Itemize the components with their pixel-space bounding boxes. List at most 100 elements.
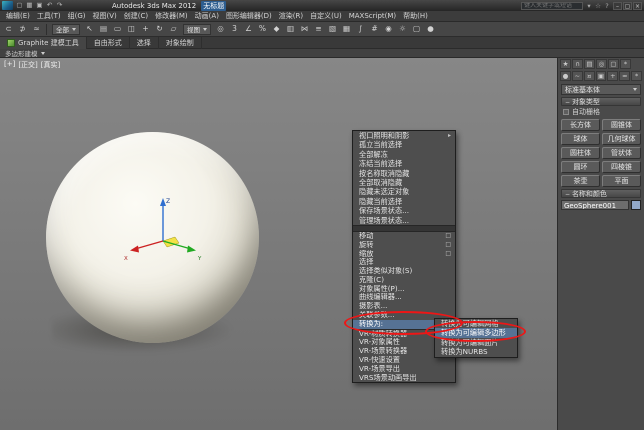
menubar-item[interactable]: 动画(A) <box>195 11 219 21</box>
name-color-rollout[interactable]: 名称和颜色 <box>561 189 641 198</box>
primitive-button[interactable]: 茶壶 <box>561 175 600 187</box>
polygon-modeling-panel-strip[interactable]: 多边形建模 <box>0 49 644 58</box>
tab-selection[interactable]: 选择 <box>130 37 159 49</box>
primitive-button[interactable]: 圆柱体 <box>561 147 600 159</box>
new-file-icon[interactable]: ▢ <box>15 1 24 10</box>
quad-menu-item[interactable]: 冻结当前选择 <box>353 159 455 168</box>
submenu-item[interactable]: 转换为可编辑网格 <box>435 319 517 328</box>
redo-icon[interactable]: ↷ <box>55 1 64 10</box>
open-file-icon[interactable]: ▦ <box>25 1 34 10</box>
viewport-pov-menu[interactable]: [+] <box>4 60 15 70</box>
menubar-item[interactable]: 编辑(E) <box>6 11 30 21</box>
app-logo-icon[interactable] <box>2 1 13 10</box>
menubar-item[interactable]: 组(G) <box>68 11 86 21</box>
quad-menu-item[interactable]: 隐藏当前选择 <box>353 197 455 206</box>
tab-object-paint[interactable]: 对象绘制 <box>159 37 202 49</box>
quad-menu-item[interactable]: 移动 □ <box>353 232 455 241</box>
search-dropdown-icon[interactable]: ▾ <box>585 2 593 10</box>
geometry-icon[interactable]: ● <box>560 71 571 81</box>
primitive-button[interactable]: 平面 <box>602 175 641 187</box>
primitive-button[interactable]: 四棱锥 <box>602 161 641 173</box>
selection-filter-dropdown[interactable]: 全部 <box>52 24 80 35</box>
object-type-rollout[interactable]: 对象类型 <box>561 97 641 106</box>
help-icon[interactable]: ? <box>603 2 611 10</box>
rendered-frame-icon[interactable]: ▢ <box>410 23 423 35</box>
close-button[interactable]: × <box>633 2 642 10</box>
quad-menu-item[interactable]: 全部解冻 <box>353 150 455 159</box>
lights-icon[interactable]: ¤ <box>584 71 595 81</box>
select-and-link-icon[interactable]: ⊂ <box>2 23 15 35</box>
maximize-button[interactable]: ▢ <box>623 2 632 10</box>
menubar-item[interactable]: 自定义(U) <box>310 11 342 21</box>
primitive-button[interactable]: 球体 <box>561 133 600 145</box>
graphite-ribbon-icon[interactable]: ▦ <box>340 23 353 35</box>
cameras-icon[interactable]: ▣ <box>596 71 607 81</box>
primitive-button[interactable]: 管状体 <box>602 147 641 159</box>
spinner-snap-icon[interactable]: ◆ <box>270 23 283 35</box>
quad-menu-item[interactable]: 克隆(C) <box>353 276 455 285</box>
submenu-item[interactable]: 转换为可编辑多边形 <box>435 328 517 337</box>
use-pivot-center-icon[interactable]: ◎ <box>214 23 227 35</box>
viewport-view-menu[interactable]: [正交] <box>18 60 37 70</box>
named-selection-icon[interactable]: ▥ <box>284 23 297 35</box>
save-file-icon[interactable]: ▣ <box>35 1 44 10</box>
quad-menu-item[interactable]: 选择 <box>353 258 455 267</box>
quad-menu-item[interactable]: 缩放 □ <box>353 250 455 259</box>
quad-menu-item[interactable]: VR-场景导出 <box>353 365 455 374</box>
menubar-item[interactable]: 帮助(H) <box>403 11 428 21</box>
object-color-swatch[interactable] <box>631 200 641 210</box>
angle-snap-icon[interactable]: ∠ <box>242 23 255 35</box>
rectangular-selection-icon[interactable]: ▭ <box>111 23 124 35</box>
motion-tab-icon[interactable]: ◎ <box>596 59 607 69</box>
quad-menu-item[interactable]: 管理场景状态... <box>353 216 455 225</box>
submenu-item[interactable]: 转换为可编辑面片 <box>435 338 517 347</box>
menubar-item[interactable]: 工具(T) <box>37 11 61 21</box>
quad-menu-item[interactable]: 旋转 □ <box>353 241 455 250</box>
create-tab-icon[interactable]: ★ <box>560 59 571 69</box>
menubar-item[interactable]: 视图(V) <box>93 11 117 21</box>
hierarchy-tab-icon[interactable]: ▤ <box>584 59 595 69</box>
primitive-button[interactable]: 长方体 <box>561 119 600 131</box>
menubar-item[interactable]: 修改器(M) <box>155 11 188 21</box>
menubar-item[interactable]: 图形编辑器(D) <box>226 11 272 21</box>
quad-menu-item[interactable]: 保存场景状态... <box>353 206 455 215</box>
minimize-button[interactable]: – <box>613 2 622 10</box>
snap-toggle-icon[interactable]: 3 <box>228 23 241 35</box>
quad-menu-item[interactable]: 视口照明和阴影 ▸ <box>353 131 455 140</box>
quad-menu-item[interactable]: 对象属性(P)... <box>353 285 455 294</box>
primitive-category-dropdown[interactable]: 标准基本体 <box>561 84 641 95</box>
submenu-item[interactable]: 转换为NURBS <box>435 347 517 356</box>
quad-menu-item[interactable]: 隐藏未选定对象 <box>353 187 455 196</box>
tab-freeform[interactable]: 自由形式 <box>87 37 130 49</box>
curve-editor-icon[interactable]: ∫ <box>354 23 367 35</box>
menubar-item[interactable]: 渲染(R) <box>279 11 303 21</box>
systems-icon[interactable]: * <box>631 71 642 81</box>
material-editor-icon[interactable]: ◉ <box>382 23 395 35</box>
primitive-button[interactable]: 几何球体 <box>602 133 641 145</box>
tab-graphite-modeling-tools[interactable]: Graphite 建模工具 <box>0 37 87 49</box>
select-and-move-icon[interactable]: + <box>139 23 152 35</box>
spacewarps-icon[interactable]: ≈ <box>619 71 630 81</box>
quad-menu-item[interactable]: 按名称取消隐藏 <box>353 169 455 178</box>
primitive-button[interactable]: 圆锥体 <box>602 119 641 131</box>
render-setup-icon[interactable]: ☼ <box>396 23 409 35</box>
utilities-tab-icon[interactable]: * <box>620 59 631 69</box>
menubar-item[interactable]: MAXScript(M) <box>349 12 396 20</box>
percent-snap-icon[interactable]: % <box>256 23 269 35</box>
autogrid-checkbox[interactable] <box>563 109 569 115</box>
coordinate-system-dropdown[interactable]: 视图 <box>183 24 211 35</box>
modify-tab-icon[interactable]: ∩ <box>572 59 583 69</box>
primitive-button[interactable]: 圆环 <box>561 161 600 173</box>
favorites-star-icon[interactable]: ☆ <box>594 2 602 10</box>
viewport-shading-menu[interactable]: [真实] <box>41 60 60 70</box>
bind-to-spacewarp-icon[interactable]: ≈ <box>30 23 43 35</box>
align-icon[interactable]: ≡ <box>312 23 325 35</box>
move-gizmo[interactable]: Z X Y <box>122 192 210 266</box>
mirror-icon[interactable]: ⋈ <box>298 23 311 35</box>
window-crossing-icon[interactable]: ◫ <box>125 23 138 35</box>
quad-menu-item[interactable]: VRS场景动画导出 <box>353 374 455 383</box>
select-object-icon[interactable]: ↖ <box>83 23 96 35</box>
select-by-name-icon[interactable]: ▤ <box>97 23 110 35</box>
helpers-icon[interactable]: + <box>607 71 618 81</box>
undo-icon[interactable]: ↶ <box>45 1 54 10</box>
